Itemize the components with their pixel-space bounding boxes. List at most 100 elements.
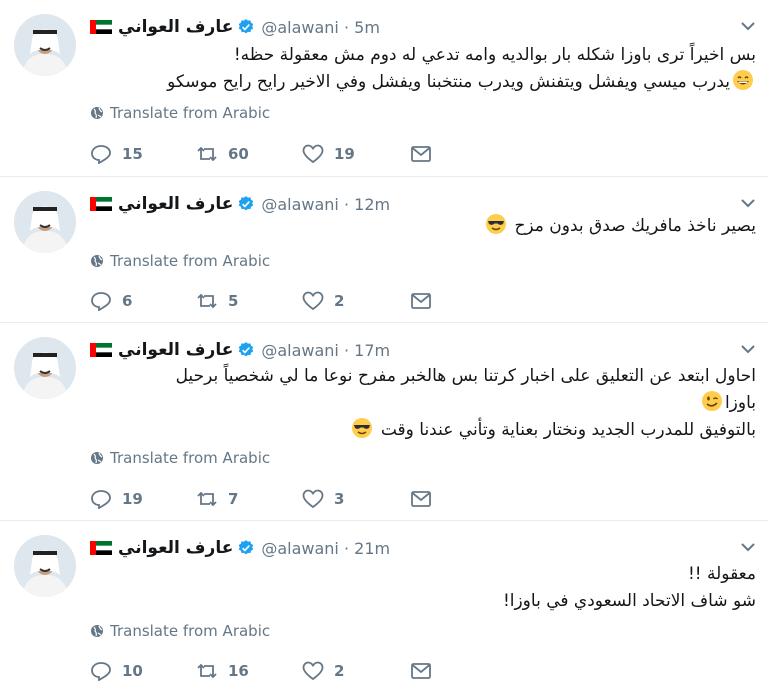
tweet-text-line: يصير ناخذ مافريك صدق بدون مزح — [514, 216, 756, 236]
uae-flag-icon — [90, 541, 112, 555]
separator: · — [343, 538, 350, 558]
like-button[interactable]: 3 — [302, 489, 344, 509]
chevron-down-icon[interactable] — [740, 20, 756, 32]
display-name[interactable]: عارف العواني — [118, 538, 233, 558]
translate-label: Translate from Arabic — [110, 252, 271, 270]
like-button[interactable]: 2 — [302, 661, 344, 681]
translate-link[interactable]: Translate from Arabic — [90, 252, 270, 270]
direct-message-button[interactable] — [410, 291, 442, 311]
verified-badge-icon — [237, 341, 255, 359]
direct-message-button[interactable] — [410, 661, 442, 681]
translate-label: Translate from Arabic — [110, 104, 271, 122]
avatar[interactable] — [14, 337, 76, 399]
handle[interactable]: @alawani — [261, 341, 339, 360]
separator: · — [343, 340, 350, 360]
reply-count: 15 — [122, 145, 143, 163]
retweet-button[interactable]: 5 — [196, 291, 238, 311]
avatar[interactable] — [14, 191, 76, 253]
separator: · — [343, 17, 350, 37]
timestamp[interactable]: 17m — [354, 341, 390, 360]
uae-flag-icon — [90, 20, 112, 34]
heart-icon — [302, 489, 324, 509]
direct-message-button[interactable] — [410, 144, 442, 164]
timestamp[interactable]: 12m — [354, 195, 390, 214]
chevron-down-icon[interactable] — [740, 343, 756, 355]
tweet-text-line: معقولة !! — [687, 564, 756, 584]
timestamp[interactable]: 5m — [354, 18, 380, 37]
tweet-text-line: شو شاف الاتحاد السعودي في باوزا! — [502, 591, 756, 611]
tweet-text-line: احاول ابتعد عن التعليق على اخبار كرتنا ب… — [175, 366, 756, 386]
retweet-icon — [197, 293, 217, 309]
retweet-count: 16 — [228, 662, 249, 680]
tweet-text: معقولة !! شو شاف الاتحاد السعودي في باوز… — [90, 561, 756, 615]
tweet-text-line: باوزا — [724, 393, 756, 413]
heart-icon — [302, 144, 324, 164]
translate-label: Translate from Arabic — [110, 622, 271, 640]
globe-icon — [91, 625, 103, 637]
display-name[interactable]: عارف العواني — [118, 340, 233, 360]
reply-icon — [91, 662, 111, 681]
uae-flag-icon — [90, 197, 112, 211]
avatar[interactable] — [14, 535, 76, 597]
translate-link[interactable]: Translate from Arabic — [90, 449, 270, 467]
envelope-icon — [411, 146, 431, 162]
reply-count: 10 — [122, 662, 143, 680]
reply-icon — [91, 145, 111, 164]
tweet-text: احاول ابتعد عن التعليق على اخبار كرتنا ب… — [90, 363, 756, 444]
display-name[interactable]: عارف العواني — [118, 17, 233, 37]
translate-link[interactable]: Translate from Arabic — [90, 622, 270, 640]
uae-flag-icon — [90, 343, 112, 357]
grinning-face-emoji-icon — [732, 69, 754, 91]
retweet-button[interactable]: 60 — [196, 144, 249, 164]
tweet-header: عارف العواني @alawani · 21m — [90, 537, 390, 559]
chevron-down-icon[interactable] — [740, 541, 756, 553]
direct-message-button[interactable] — [410, 489, 442, 509]
like-button[interactable]: 19 — [302, 144, 355, 164]
retweet-icon — [197, 491, 217, 507]
reply-button[interactable]: 15 — [90, 144, 143, 164]
retweet-count: 5 — [228, 292, 239, 310]
reply-button[interactable]: 19 — [90, 489, 143, 509]
heart-icon — [302, 291, 324, 311]
like-count: 2 — [334, 292, 345, 310]
tweet-text-line: يدرب ميسي ويفشل ويتفنش ويدرب منتخبنا ويف… — [167, 72, 730, 92]
retweet-button[interactable]: 16 — [196, 661, 249, 681]
like-button[interactable]: 2 — [302, 291, 344, 311]
tweet[interactable]: عارف العواني @alawani · 12m يصير ناخذ ما… — [0, 177, 768, 323]
envelope-icon — [411, 663, 431, 679]
reply-button[interactable]: 10 — [90, 661, 143, 681]
retweet-count: 7 — [228, 490, 239, 508]
like-count: 19 — [334, 145, 355, 163]
globe-icon — [91, 255, 103, 267]
chevron-down-icon[interactable] — [740, 197, 756, 209]
tweet[interactable]: عارف العواني @alawani · 21m معقولة !! شو… — [0, 521, 768, 696]
display-name[interactable]: عارف العواني — [118, 194, 233, 214]
sunglasses-face-emoji-icon — [351, 417, 373, 439]
tweet-text: يصير ناخذ مافريك صدق بدون مزح — [90, 213, 756, 240]
tweet-header: عارف العواني @alawani · 12m — [90, 193, 390, 215]
retweet-count: 60 — [228, 145, 249, 163]
retweet-button[interactable]: 7 — [196, 489, 238, 509]
separator: · — [343, 194, 350, 214]
tweet[interactable]: عارف العواني @alawani · 5m بس اخيراً ترى… — [0, 0, 768, 177]
reply-button[interactable]: 6 — [90, 291, 132, 311]
translate-label: Translate from Arabic — [110, 449, 271, 467]
handle[interactable]: @alawani — [261, 539, 339, 558]
winking-face-emoji-icon — [701, 390, 723, 412]
tweet[interactable]: عارف العواني @alawani · 17m احاول ابتعد … — [0, 323, 768, 521]
reply-count: 19 — [122, 490, 143, 508]
envelope-icon — [411, 491, 431, 507]
verified-badge-icon — [237, 195, 255, 213]
avatar[interactable] — [14, 14, 76, 76]
like-count: 2 — [334, 662, 345, 680]
translate-link[interactable]: Translate from Arabic — [90, 104, 270, 122]
globe-icon — [91, 452, 103, 464]
handle[interactable]: @alawani — [261, 18, 339, 37]
globe-icon — [91, 107, 103, 119]
reply-icon — [91, 490, 111, 509]
tweet-header: عارف العواني @alawani · 17m — [90, 339, 390, 361]
handle[interactable]: @alawani — [261, 195, 339, 214]
timestamp[interactable]: 21m — [354, 539, 390, 558]
tweet-text: بس اخيراً ترى باوزا شكله بار بوالديه وام… — [90, 42, 756, 96]
envelope-icon — [411, 293, 431, 309]
